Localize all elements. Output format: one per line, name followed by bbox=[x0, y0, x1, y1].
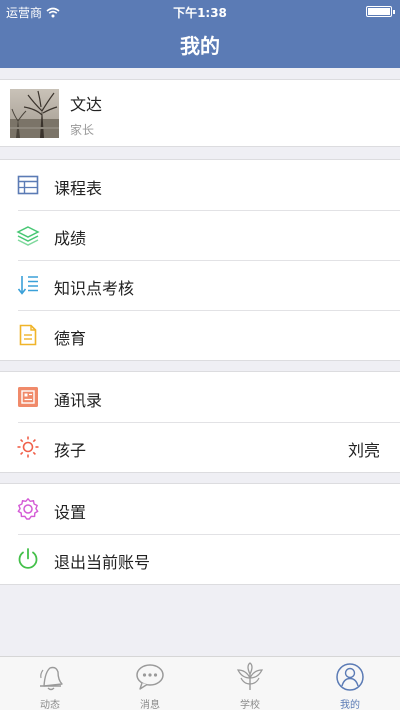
sort-list-icon bbox=[17, 276, 38, 295]
tab-feed[interactable]: 动态 bbox=[0, 657, 100, 710]
menu-item-knowledge-assessment[interactable]: 知识点考核 bbox=[0, 260, 400, 310]
page-title: 我的 bbox=[180, 34, 220, 58]
layers-icon bbox=[16, 226, 40, 246]
contacts-icon bbox=[18, 387, 38, 407]
menu-item-child[interactable]: 孩子 刘亮 bbox=[0, 422, 400, 472]
battery-icon bbox=[366, 6, 395, 17]
timetable-icon bbox=[17, 175, 39, 195]
tab-bar: 动态 消息 学校 我的 bbox=[0, 656, 400, 710]
menu-group-academics: 课程表 成绩 知识点考核 德育 bbox=[0, 159, 400, 361]
menu-group-account: 设置 退出当前账号 bbox=[0, 483, 400, 585]
user-icon bbox=[336, 663, 364, 691]
bell-icon bbox=[40, 666, 63, 691]
status-time: 下午1:38 bbox=[173, 6, 227, 20]
menu-item-label: 德育 bbox=[54, 329, 87, 348]
menu-item-label: 知识点考核 bbox=[54, 279, 135, 298]
menu-item-timetable[interactable]: 课程表 bbox=[0, 160, 400, 210]
menu-item-grades[interactable]: 成绩 bbox=[0, 210, 400, 260]
header: 运营商 下午1:38 我的 bbox=[0, 0, 400, 68]
menu-group-people: 通讯录 孩子 刘亮 bbox=[0, 371, 400, 473]
power-icon bbox=[18, 548, 38, 569]
menu-item-label: 成绩 bbox=[54, 229, 87, 248]
menu-item-label: 孩子 bbox=[54, 441, 87, 460]
sprout-icon bbox=[236, 662, 264, 690]
menu-item-label: 退出当前账号 bbox=[54, 553, 151, 572]
menu-item-label: 课程表 bbox=[54, 179, 103, 198]
gear-icon bbox=[17, 498, 39, 520]
avatar-image bbox=[10, 89, 59, 138]
profile-card[interactable]: 文达 家长 bbox=[0, 79, 400, 147]
tab-label: 动态 bbox=[40, 700, 60, 710]
tab-me[interactable]: 我的 bbox=[300, 657, 400, 710]
profile-role: 家长 bbox=[70, 123, 95, 137]
tab-label: 消息 bbox=[140, 700, 160, 710]
tab-school[interactable]: 学校 bbox=[200, 657, 300, 710]
menu-item-label: 通讯录 bbox=[54, 391, 103, 410]
tab-label: 我的 bbox=[340, 700, 360, 710]
child-name-value: 刘亮 bbox=[347, 441, 380, 460]
menu-item-label: 设置 bbox=[54, 503, 87, 522]
sun-icon bbox=[17, 436, 39, 458]
document-icon bbox=[19, 324, 37, 346]
status-bar: 运营商 下午1:38 bbox=[0, 0, 400, 22]
menu-item-logout[interactable]: 退出当前账号 bbox=[0, 534, 400, 584]
tab-messages[interactable]: 消息 bbox=[100, 657, 200, 710]
menu-item-moral-education[interactable]: 德育 bbox=[0, 310, 400, 360]
tab-label: 学校 bbox=[240, 700, 260, 710]
menu-item-settings[interactable]: 设置 bbox=[0, 484, 400, 534]
menu-item-contacts[interactable]: 通讯录 bbox=[0, 372, 400, 422]
profile-name: 文达 bbox=[70, 95, 103, 114]
avatar[interactable] bbox=[10, 89, 59, 138]
chat-bubble-icon bbox=[136, 664, 164, 690]
